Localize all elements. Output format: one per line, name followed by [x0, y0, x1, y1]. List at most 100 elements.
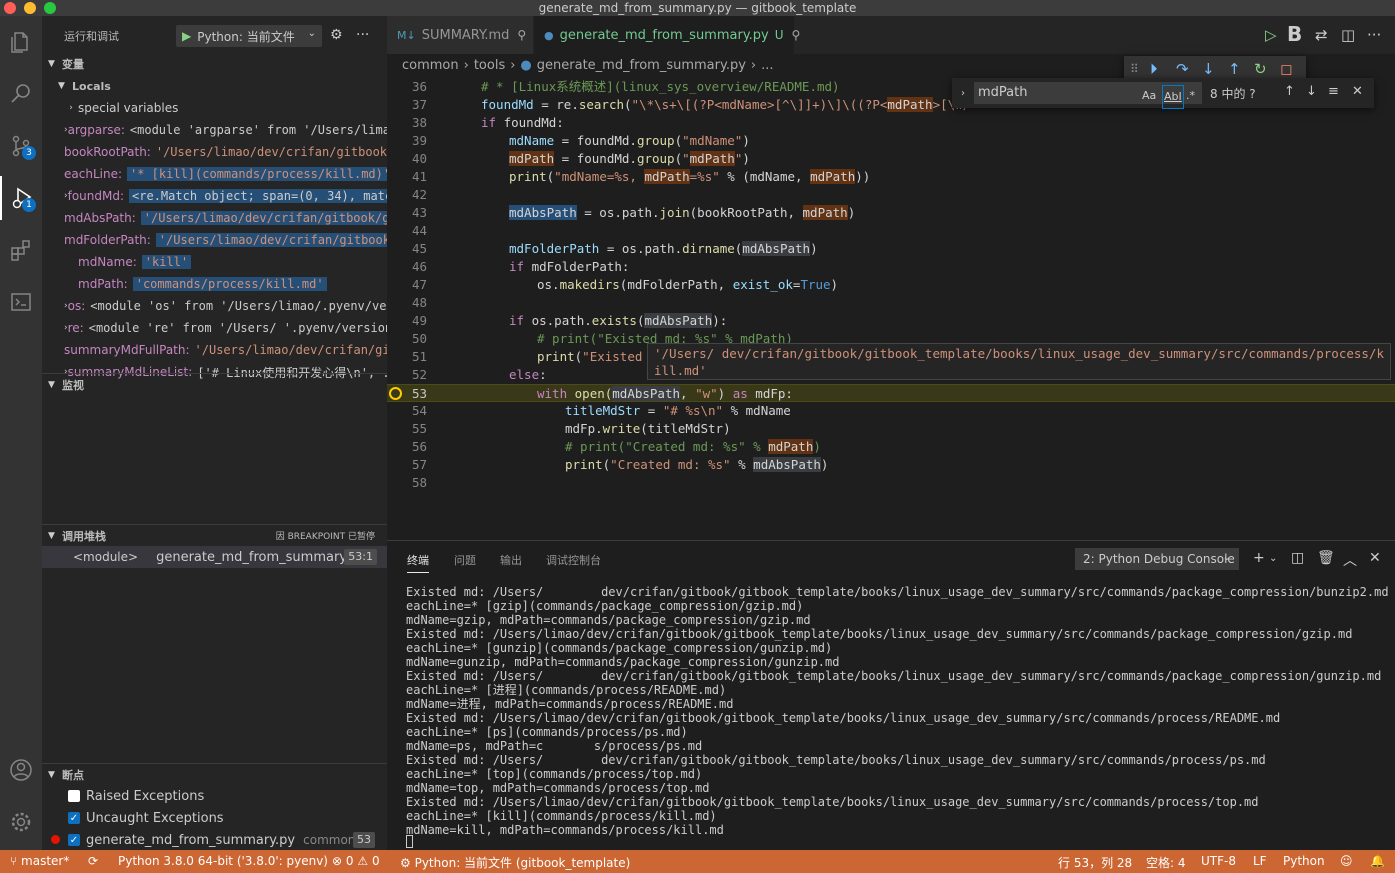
step-out-icon[interactable]: ↑ [1228, 60, 1241, 78]
trash-icon[interactable]: 🗑 [1317, 550, 1335, 566]
callstack-section-header[interactable]: ▼ 调用堆栈 因 BREAKPOINT 已暂停 [42, 524, 387, 546]
code-line[interactable]: 41 print("mdName=%s, mdPath=%s" % (mdName… [387, 168, 1395, 186]
variable-row[interactable]: mdPath: 'commands/process/kill.md' [42, 273, 387, 295]
run-debug-button[interactable]: 1 [0, 176, 42, 220]
stop-icon[interactable]: ◻ [1280, 60, 1292, 78]
breakpoints-section-header[interactable]: ▼ 断点 [42, 763, 387, 785]
indentation[interactable]: 空格: 4 [1146, 854, 1186, 871]
find-in-selection-icon[interactable]: ≡ [1328, 84, 1339, 99]
breakpoint-checkbox[interactable]: ✓ [68, 834, 80, 846]
remote-explorer-button[interactable] [0, 280, 42, 324]
code-line[interactable]: 45 mdFolderPath = os.path.dirname(mdAbsPa… [387, 240, 1395, 258]
chevron-right-icon[interactable]: › [64, 103, 78, 113]
close-icon[interactable]: ✕ [1369, 550, 1381, 566]
code-line[interactable]: 54 titleMdStr = "# %s\n" % mdName [387, 402, 1395, 420]
accounts-button[interactable] [0, 748, 42, 792]
add-terminal-icon[interactable]: + [1253, 550, 1265, 566]
run-config-select[interactable]: ▶ Python: 当前文件 ⌄ [176, 25, 322, 47]
chevron-down-icon[interactable]: ⌄ [1269, 553, 1277, 564]
tab-terminal[interactable]: 终端 [407, 552, 429, 573]
eol[interactable]: LF [1253, 854, 1267, 868]
code-editor[interactable]: 36 # * [Linux系统概述](linux_sys_overview/REA… [387, 76, 1395, 540]
tab-output[interactable]: 输出 [500, 552, 522, 568]
sync-icon[interactable]: ⟳ [88, 854, 98, 868]
breadcrumb-item[interactable]: ... [761, 58, 773, 73]
extensions-button[interactable] [0, 228, 42, 272]
code-line[interactable]: 53 with open(mdAbsPath, "w") as mdFp: [387, 384, 1395, 402]
variable-row[interactable]: › argparse: <module 'argparse' from '/User… [42, 119, 387, 141]
split-terminal-icon[interactable]: ◫ [1291, 550, 1304, 566]
breadcrumb-item[interactable]: common [402, 58, 459, 73]
step-over-icon[interactable]: ↷ [1176, 60, 1189, 78]
breakpoint-checkbox[interactable]: ✓ [68, 812, 80, 824]
variable-row[interactable]: › os: <module 'os' from '/Users/limao/.pye… [42, 295, 387, 317]
breakpoint-row[interactable]: ✓ generate_md_from_summary.py common... 53 [42, 829, 387, 850]
pin-icon[interactable]: ⚲ [792, 28, 801, 42]
more-actions-icon[interactable]: ··· [1367, 26, 1381, 44]
chevron-right-icon[interactable]: › [952, 88, 974, 99]
code-line[interactable]: 40 mdPath = foundMd.group("mdPath") [387, 150, 1395, 168]
code-line[interactable]: 38 if foundMd: [387, 114, 1395, 132]
bell-icon[interactable]: 🔔 [1370, 854, 1385, 868]
code-line[interactable]: 58 [387, 474, 1395, 492]
find-input[interactable]: mdPath Aa AbI .* [974, 82, 1202, 109]
breakpoint-row[interactable]: ✓ Uncaught Exceptions [42, 807, 387, 829]
arrow-up-icon[interactable]: ↑ [1284, 84, 1295, 99]
maximize-panel-icon[interactable]: ︿ [1343, 550, 1357, 570]
callstack-frame[interactable]: <module> generate_md_from_summary.py 53:… [42, 546, 387, 568]
debug-session[interactable]: ⚙ Python: 当前文件 (gitbook_template) [400, 854, 630, 871]
variable-row[interactable]: mdFolderPath: '/Users/limao/dev/crifan/gi… [42, 229, 387, 251]
code-line[interactable]: 44 [387, 222, 1395, 240]
whole-word-icon[interactable]: AbI [1162, 85, 1184, 109]
encoding[interactable]: UTF-8 [1201, 854, 1236, 868]
compare-icon[interactable]: ⇄ [1315, 26, 1328, 44]
cursor-position[interactable]: 行 53，列 28 [1058, 854, 1132, 871]
locals-scope[interactable]: ▼ Locals [42, 75, 387, 97]
variables-section-header[interactable]: ▼ 变量 [42, 53, 387, 75]
code-line[interactable]: 49 if os.path.exists(mdAbsPath): [387, 312, 1395, 330]
drag-handle-icon[interactable]: ⠿ [1130, 62, 1139, 76]
restart-icon[interactable]: ↻ [1254, 60, 1267, 78]
code-line[interactable]: 46 if mdFolderPath: [387, 258, 1395, 276]
manage-button[interactable] [0, 800, 42, 844]
regex-icon[interactable]: .* [1186, 85, 1195, 107]
tab-debug-console[interactable]: 调试控制台 [546, 552, 601, 568]
close-icon[interactable]: ✕ [1352, 84, 1363, 99]
variable-row[interactable]: mdAbsPath: '/Users/limao/dev/crifan/gitbo… [42, 207, 387, 229]
variable-row[interactable]: › foundMd: <re.Match object; span=(0, 34),… [42, 185, 387, 207]
feedback-icon[interactable]: ☺ [1340, 854, 1353, 868]
step-into-icon[interactable]: ↓ [1202, 60, 1215, 78]
problems-indicator[interactable]: ⊗ 0 ⚠ 0 [332, 854, 380, 868]
tab-generate-md[interactable]: ● generate_md_from_summary.py U ⚲ [534, 16, 800, 54]
search-button[interactable] [0, 72, 42, 116]
breadcrumb-item[interactable]: generate_md_from_summary.py [537, 58, 746, 73]
continue-icon[interactable]: ⏵ [1150, 60, 1158, 78]
terminal-select[interactable]: 2: Python Debug Console ⌄ [1075, 548, 1239, 570]
code-line[interactable]: 47 os.makedirs(mdFolderPath, exist_ok=Tru… [387, 276, 1395, 294]
run-file-icon[interactable]: ▷ [1265, 26, 1277, 44]
code-line[interactable]: 56 # print("Created md: %s" % mdPath) [387, 438, 1395, 456]
code-line[interactable]: 43 mdAbsPath = os.path.join(bookRootPath,… [387, 204, 1395, 222]
watch-section-header[interactable]: ▼ 监视 [42, 373, 387, 395]
source-control-button[interactable]: 3 [0, 124, 42, 168]
breakpoint-checkbox[interactable] [68, 790, 80, 802]
match-case-icon[interactable]: Aa [1142, 85, 1156, 107]
explorer-button[interactable] [0, 20, 42, 64]
language-mode[interactable]: Python [1283, 854, 1325, 868]
variable-row[interactable]: › special variables [42, 97, 387, 119]
start-debug-icon[interactable]: ▶ [182, 29, 191, 43]
variable-row[interactable]: bookRootPath: '/Users/limao/dev/crifan/gi… [42, 141, 387, 163]
tab-problems[interactable]: 问题 [454, 552, 476, 568]
variable-row[interactable]: mdName: 'kill' [42, 251, 387, 273]
bold-icon[interactable]: B [1287, 22, 1302, 46]
code-line[interactable]: 42 [387, 186, 1395, 204]
gear-icon[interactable]: ⚙ [330, 27, 343, 43]
code-line[interactable]: 39 mdName = foundMd.group("mdName") [387, 132, 1395, 150]
breakpoint-row[interactable]: Raised Exceptions [42, 785, 387, 807]
pin-icon[interactable]: ⚲ [517, 28, 526, 42]
code-line[interactable]: 55 mdFp.write(titleMdStr) [387, 420, 1395, 438]
more-actions-icon[interactable]: ··· [356, 27, 369, 43]
code-line[interactable]: 48 [387, 294, 1395, 312]
split-editor-icon[interactable]: ◫ [1341, 26, 1355, 44]
arrow-down-icon[interactable]: ↓ [1306, 84, 1317, 99]
